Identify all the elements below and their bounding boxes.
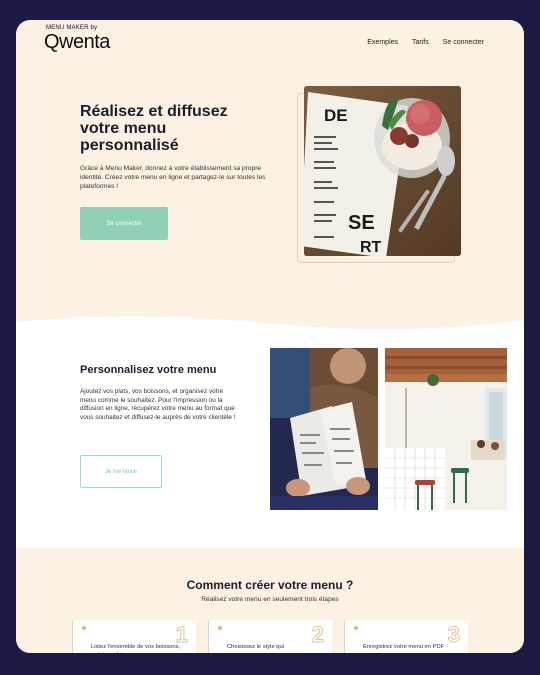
step-dot — [82, 626, 86, 630]
step-card-1: 1 Listez l'ensemble de vos boissons, ent… — [72, 620, 196, 653]
step-card-2: 2 Choisissez le style qui — [208, 620, 332, 653]
how-it-works-title: Comment créer votre menu ? — [186, 578, 354, 592]
step-text: Choisissez le style qui — [227, 644, 285, 650]
nav-link-tarifs[interactable]: Tarifs — [412, 39, 429, 46]
how-it-works-subtitle: Réalisez votre menu en seulement trois é… — [201, 596, 339, 603]
step-text: Listez l'ensemble de vos boissons, entré… — [91, 644, 181, 653]
hero-dessert-image: DE SE RT — [304, 86, 461, 256]
menu-letters-se: SE — [348, 212, 375, 234]
hero-title: Réalisez et diffusez votre menu personna… — [80, 103, 228, 154]
header: MENU MAKER by Qwenta Exemples Tarifs Se … — [16, 20, 524, 60]
nav-link-se-connecter[interactable]: Se connecter — [443, 39, 484, 46]
restaurant-interior-photo — [385, 348, 507, 510]
customize-title: Personnalisez votre menu — [80, 364, 217, 376]
step-dot — [354, 626, 358, 630]
get-started-button[interactable]: Je me lance — [80, 455, 162, 488]
customize-description: Ajoutez vos plats, vos boissons, et orga… — [80, 388, 236, 421]
menu-letters-de: DE — [324, 106, 348, 125]
page-frame: MENU MAKER by Qwenta Exemples Tarifs Se … — [16, 20, 524, 653]
menu-in-hands-photo — [270, 348, 378, 510]
main-nav: Exemples Tarifs Se connecter — [367, 39, 484, 46]
step-dot — [218, 626, 222, 630]
hero-description: Grâce à Menu Maker, donnez à votre établ… — [80, 165, 266, 190]
logo[interactable]: Qwenta — [44, 31, 110, 54]
hero-login-button[interactable]: Se connecter — [80, 207, 168, 240]
step-text: Enregistrez votre menu en PDF — [363, 644, 445, 650]
step-card-3: 3 Enregistrez votre menu en PDF — [344, 620, 468, 653]
menu-letters-rt: RT — [360, 239, 382, 256]
nav-link-exemples[interactable]: Exemples — [367, 39, 398, 46]
